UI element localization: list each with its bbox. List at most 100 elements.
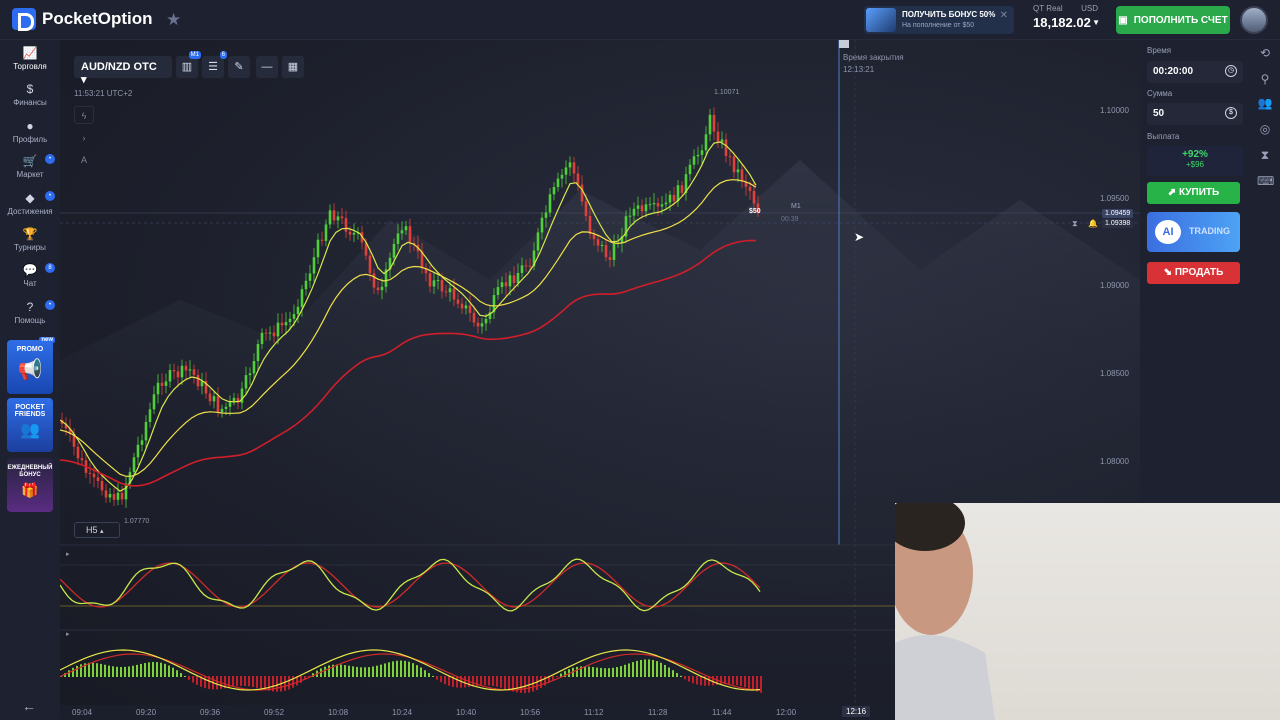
timeframe-selector[interactable]: H5 ▴	[74, 522, 120, 538]
time-tick: 10:40	[456, 708, 477, 717]
macd-bar	[408, 661, 410, 677]
signals-icon[interactable]: ⚲	[1257, 72, 1273, 88]
macd-bar	[368, 667, 370, 677]
expiry-time-input[interactable]: 00:20:00 ◷	[1147, 61, 1243, 83]
candle-body	[308, 273, 312, 281]
chart-type-button[interactable]: ▥ M1	[176, 51, 201, 78]
macd-bar	[652, 659, 654, 677]
time-tick: 09:04	[72, 708, 93, 717]
sidebar-item-achievements[interactable]: • ◆ Достижения	[0, 191, 60, 227]
low-price-tag: 1.07770	[124, 518, 150, 525]
avatar[interactable]	[1240, 6, 1268, 34]
macd-bar	[156, 662, 158, 677]
time-tick: 11:12	[584, 708, 604, 717]
candle-body	[188, 369, 192, 371]
candle-body	[452, 288, 456, 300]
target-icon[interactable]: ◎	[1257, 122, 1273, 138]
sidebar-item-tournaments[interactable]: 🏆 Турниры	[0, 227, 60, 263]
history-icon[interactable]: ⟲	[1257, 46, 1273, 62]
macd-bar	[348, 665, 350, 677]
deposit-button[interactable]: ▣ ПОПОЛНИТЬ СЧЕТ	[1116, 6, 1230, 34]
asset-selector[interactable]: AUD/NZD OTC ▾	[74, 56, 172, 86]
sell-button[interactable]: ⬊ ПРОДАТЬ	[1147, 262, 1240, 284]
favorite-star-icon[interactable]: ★	[166, 10, 186, 30]
candle-body	[80, 458, 84, 461]
amount-input[interactable]: 50 $	[1147, 103, 1243, 125]
candle-body	[400, 230, 404, 234]
candle-body	[252, 361, 256, 374]
candle-body	[564, 167, 568, 175]
server-clock: 11:53:21 UTC+2	[74, 89, 133, 98]
line-tool-button[interactable]: —	[256, 56, 278, 78]
macd-toggle-icon[interactable]: ▸	[66, 630, 70, 638]
bell-icon[interactable]: 🔔	[1088, 219, 1098, 228]
macd-bar	[720, 676, 722, 685]
layout-button[interactable]: ▦	[282, 56, 304, 78]
brand-logo[interactable]: PocketOption	[12, 8, 153, 31]
candle-body	[520, 265, 524, 273]
oscillator-toggle-icon[interactable]: ▸	[66, 550, 70, 558]
candle-body	[280, 322, 284, 326]
timeframe-badge: M1	[188, 51, 201, 59]
macd-bar	[620, 666, 622, 677]
macd-bar	[192, 676, 194, 683]
background-mountains	[60, 160, 1140, 540]
candle-body	[500, 282, 504, 288]
macd-bar	[100, 663, 102, 677]
time-label: Время	[1147, 46, 1172, 55]
candle-body	[408, 226, 412, 244]
macd-bar	[632, 662, 634, 677]
arrow-left-icon[interactable]: ←	[22, 698, 36, 714]
macd-bar	[640, 659, 642, 677]
macd-bar	[88, 662, 90, 677]
sidebar-item-finance[interactable]: $ Финансы	[0, 82, 60, 118]
daily-bonus-card[interactable]: ЕЖЕДНЕВНЫЙ БОНУС 🎁	[7, 458, 53, 512]
text-tool[interactable]: A	[74, 151, 94, 169]
ai-trading-button[interactable]: AI TRADING	[1147, 212, 1240, 252]
bonus-banner[interactable]: ПОЛУЧИТЬ БОНУС 50% На пополнение от $50 …	[864, 6, 1014, 34]
macd-bar	[520, 676, 522, 693]
clock-icon: ◷	[1225, 65, 1237, 77]
cursor-icon: ➤	[854, 230, 865, 244]
flash-tool[interactable]: ϟ	[74, 106, 94, 124]
users-icon[interactable]: 👥	[1257, 96, 1273, 112]
candle-body	[292, 314, 296, 319]
expand-tool[interactable]: ›	[74, 129, 94, 147]
drawing-button[interactable]: ✎	[228, 56, 250, 78]
indicators-button[interactable]: ☰ 6	[202, 51, 227, 78]
account-selector[interactable]: QT Real USD 18,182.02 ▼	[1030, 4, 1102, 36]
candle-body	[464, 305, 468, 309]
keyboard-icon[interactable]: ⌨	[1257, 174, 1274, 190]
candle-body	[728, 156, 732, 158]
payout-percent: +92%	[1182, 149, 1208, 160]
time-tick: 10:08	[328, 708, 349, 717]
notification-badge: •	[45, 154, 55, 164]
wallet-icon: ▣	[1118, 14, 1128, 26]
promo-card[interactable]: PROMO new 📢	[7, 337, 55, 394]
macd-bar	[644, 659, 646, 677]
hourglass-icon[interactable]: ⧗	[1257, 148, 1273, 164]
candle-body	[584, 201, 588, 216]
notification-badge: •	[45, 300, 55, 310]
candle-body	[268, 332, 272, 334]
macd-bar	[484, 676, 486, 686]
buy-button[interactable]: ⬈ КУПИТЬ	[1147, 182, 1240, 204]
m1-tag: M1	[791, 203, 801, 210]
candle-body	[296, 306, 300, 315]
macd-bar	[480, 676, 482, 686]
sidebar-item-profile[interactable]: ● Профиль	[0, 119, 60, 155]
candle-body	[352, 232, 356, 235]
time-tick: 11:28	[648, 708, 668, 717]
hourglass-icon[interactable]: ⧗	[1072, 219, 1078, 229]
sidebar-item-chat[interactable]: 8 💬 Чат	[0, 263, 60, 299]
amount-value: 50	[1153, 108, 1165, 119]
close-icon[interactable]: ✕	[1000, 10, 1008, 21]
candle-body	[576, 173, 580, 185]
sidebar-item-help[interactable]: • ? Помощь	[0, 300, 60, 336]
candle-body	[504, 282, 508, 287]
sidebar-item-market[interactable]: • 🛒 Маркет	[0, 154, 60, 190]
account-balance: 18,182.02	[1033, 15, 1091, 30]
sidebar-item-trading[interactable]: 📈 Торговля	[0, 46, 60, 82]
pocket-friends-card[interactable]: POCKET FRIENDS 👥	[7, 398, 53, 452]
candle-body	[612, 243, 616, 260]
